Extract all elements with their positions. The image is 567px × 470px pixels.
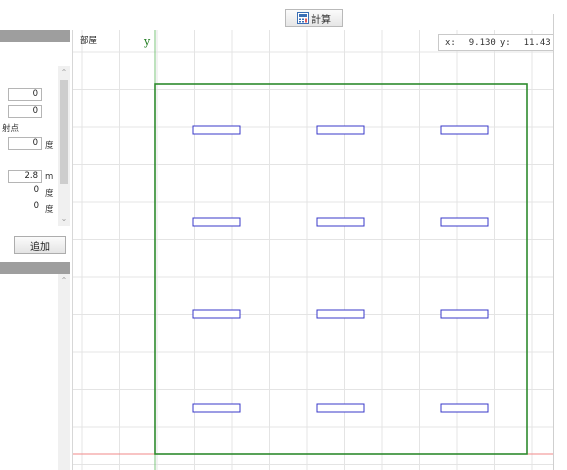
property-scrollbar-thumb[interactable] — [60, 80, 68, 184]
section-label: 射点 — [2, 124, 20, 134]
luminaire — [316, 125, 365, 135]
lower-scrollbar[interactable] — [58, 274, 70, 470]
calculator-icon — [297, 12, 309, 24]
angle-unit: 度 — [45, 141, 54, 151]
angle-field[interactable]: 0 — [8, 137, 42, 150]
luminaire — [440, 217, 489, 227]
coordinate-readout: x: 9.130 y: 11.43 — [438, 34, 564, 51]
angle3-field[interactable]: 0 — [8, 201, 42, 214]
scroll-down-arrow-icon[interactable]: ⌄ — [59, 214, 69, 224]
top-strip — [0, 0, 567, 14]
lower-scroll-up-arrow-icon[interactable]: ⌃ — [59, 276, 69, 286]
height-unit: m — [45, 172, 54, 182]
y-axis-label: y — [144, 35, 151, 48]
angle3-unit: 度 — [45, 205, 54, 215]
coord-y-label: y: — [499, 37, 511, 48]
coord-y-value: 11.43 — [523, 37, 551, 48]
luminaire — [192, 309, 241, 319]
angle2-unit: 度 — [45, 189, 54, 199]
luminaire — [192, 125, 241, 135]
angle2-field[interactable]: 0 — [8, 185, 42, 198]
luminaire — [440, 403, 489, 413]
window-right-edge — [553, 14, 567, 470]
luminaire — [316, 309, 365, 319]
luminaire — [316, 217, 365, 227]
panel-header-top — [0, 30, 70, 42]
luminaire — [192, 403, 241, 413]
luminaire — [316, 403, 365, 413]
calculate-button[interactable]: 計算 — [285, 9, 343, 27]
luminaire — [192, 217, 241, 227]
floor-plan-svg[interactable] — [73, 30, 553, 470]
coord-x-value: 9.130 — [468, 37, 496, 48]
coordinate-field-1[interactable]: 0 — [8, 88, 42, 101]
luminaire — [440, 125, 489, 135]
panel-header-bottom — [0, 262, 70, 274]
coord-x-label: x: — [445, 37, 456, 48]
room-outline — [154, 83, 528, 455]
calculate-label: 計算 — [311, 14, 331, 26]
coordinate-field-2[interactable]: 0 — [8, 105, 42, 118]
scroll-up-arrow-icon[interactable]: ⌃ — [59, 68, 69, 78]
add-button[interactable]: 追加 — [14, 236, 66, 254]
room-label: 部屋 — [80, 36, 98, 46]
height-field[interactable]: 2.8 — [8, 170, 42, 183]
luminaire — [440, 309, 489, 319]
drawing-canvas[interactable] — [73, 30, 553, 470]
